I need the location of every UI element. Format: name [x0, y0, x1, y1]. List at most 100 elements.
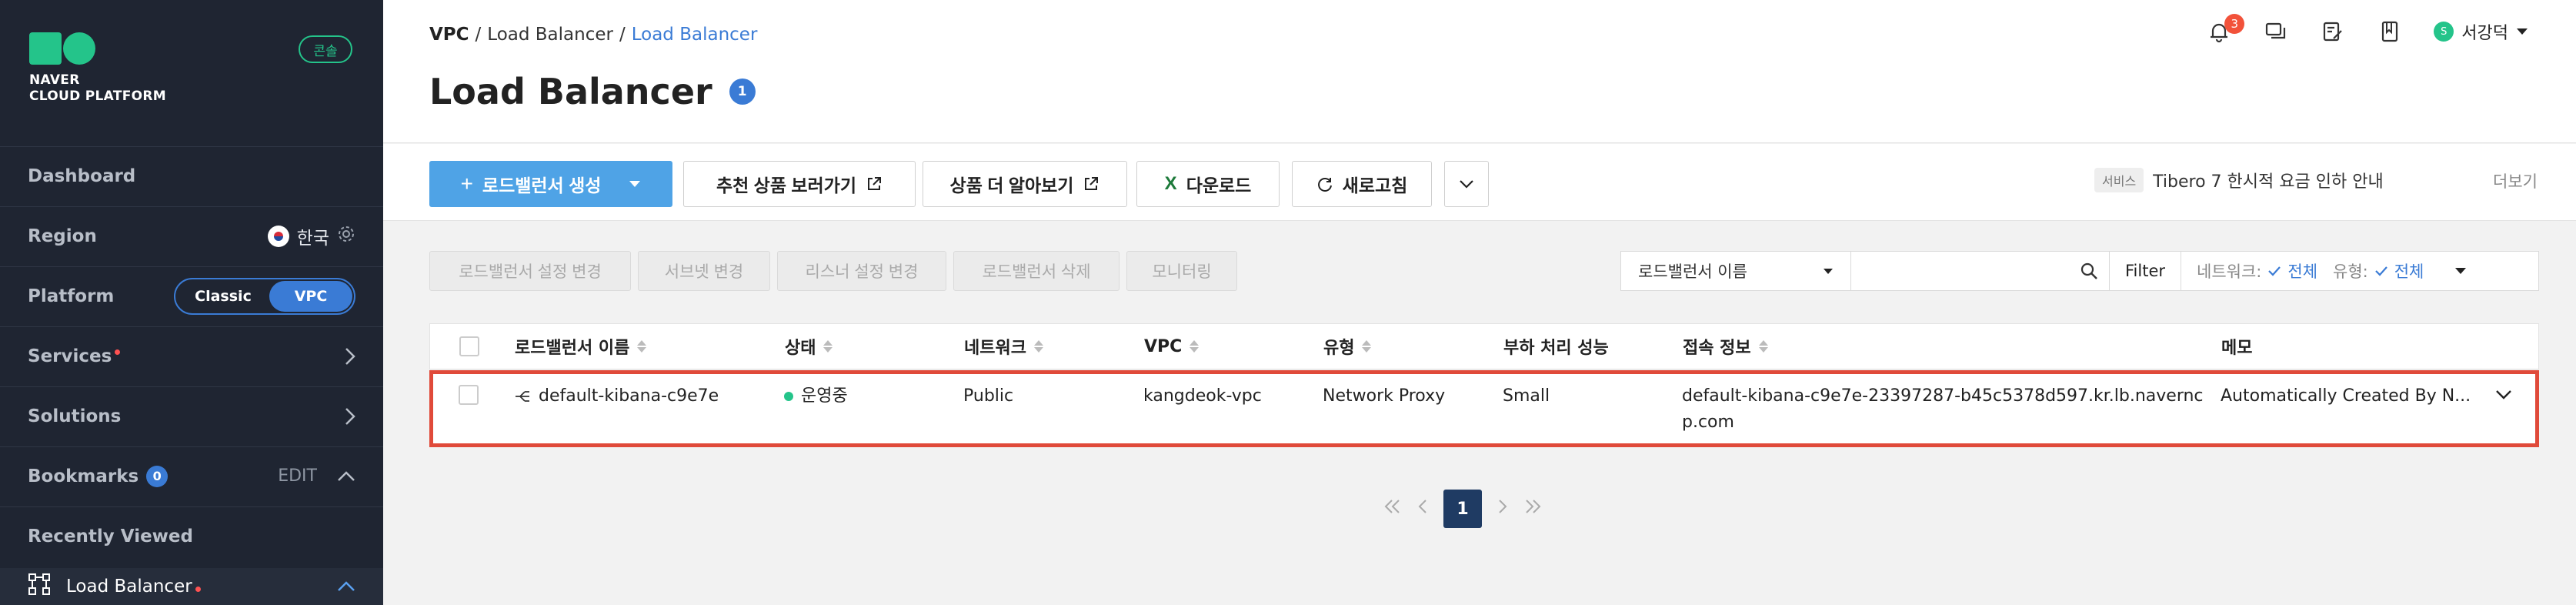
download-button[interactable]: X 다운로드 — [1136, 161, 1280, 207]
prev-page-icon[interactable] — [1417, 499, 1428, 519]
memo-button[interactable] — [2320, 18, 2346, 45]
naver-cloud-logo[interactable]: NAVER CLOUD PLATFORM — [29, 32, 166, 105]
notification-bell-button[interactable]: 3 — [2206, 14, 2245, 45]
sidebar-item-region[interactable]: Region 한국 — [0, 206, 383, 265]
korea-flag-icon — [267, 225, 289, 247]
column-header-vpc[interactable]: VPC — [1144, 337, 1200, 356]
breadcrumb-item-vpc[interactable]: VPC — [429, 25, 469, 45]
column-header-label: 네트워크 — [964, 339, 1026, 358]
row-checkbox[interactable] — [459, 385, 479, 405]
breadcrumb-separator: / — [475, 25, 482, 45]
change-lb-settings-button[interactable]: 로드밸런서 설정 변경 — [429, 251, 631, 291]
sidebar-item-label: Solutions — [28, 406, 122, 426]
page-number-current[interactable]: 1 — [1443, 490, 1482, 528]
sort-icon — [1362, 340, 1372, 353]
learn-more-button[interactable]: 상품 더 알아보기 — [923, 161, 1127, 207]
chat-button[interactable] — [2263, 18, 2289, 45]
first-page-icon[interactable] — [1383, 499, 1402, 519]
platform-option-vpc[interactable]: VPC — [269, 280, 352, 312]
sidebar-item-load-balancer[interactable]: Load Balancer — [0, 568, 383, 605]
cell-status: 운영중 — [784, 383, 848, 409]
caret-down-icon — [2517, 28, 2528, 35]
user-name: 서강덕 — [2461, 24, 2508, 43]
checkbox-box — [459, 336, 479, 356]
new-indicator-dot — [115, 349, 121, 355]
caret-down-icon[interactable] — [2454, 267, 2467, 275]
plus-icon: + — [460, 172, 473, 196]
user-menu[interactable]: S 서강덕 — [2434, 19, 2528, 44]
monitoring-button[interactable]: 모니터링 — [1126, 251, 1237, 291]
row-expand-button[interactable] — [2495, 389, 2512, 400]
last-page-icon[interactable] — [1523, 499, 1542, 519]
column-header-label: 메모 — [2221, 339, 2253, 358]
sidebar-item-bookmarks[interactable]: Bookmarks 0 EDIT — [0, 446, 383, 505]
more-link[interactable]: 더보기 — [2493, 169, 2538, 192]
service-notice[interactable]: 서비스 Tibero 7 한시적 요금 인하 안내 — [2094, 168, 2384, 192]
item-count-badge: 1 — [729, 79, 756, 105]
region-selector[interactable]: 한국 — [267, 223, 355, 249]
breadcrumb-separator: / — [619, 25, 626, 45]
platform-option-classic[interactable]: Classic — [177, 281, 269, 312]
guide-book-button[interactable] — [2377, 18, 2403, 45]
caret-down-icon[interactable] — [629, 180, 641, 188]
create-load-balancer-button[interactable]: + 로드밸런서 생성 — [429, 161, 672, 207]
sidebar-item-dashboard[interactable]: Dashboard — [0, 146, 383, 205]
chevron-up-icon[interactable] — [337, 470, 355, 482]
sidebar-item-recently-viewed[interactable]: Recently Viewed — [0, 506, 383, 565]
filter-bar[interactable]: Filter 네트워크: 전체 유형: 전체 — [2109, 251, 2539, 291]
search-input[interactable] — [1851, 251, 2110, 291]
delete-lb-button[interactable]: 로드밸런서 삭제 — [953, 251, 1119, 291]
status-badge: 운영중 — [801, 386, 848, 406]
column-header-status[interactable]: 상태 — [785, 334, 833, 359]
caret-down-icon — [1824, 268, 1833, 274]
bookmarks-edit-button[interactable]: EDIT — [278, 466, 317, 486]
load-balancer-table: 로드밸런서 이름 상태 네트워크 VPC 유형 부하 처리 성능 접속 정보 메… — [429, 323, 2539, 447]
create-button-label: 로드밸런서 생성 — [482, 175, 602, 196]
sidebar: NAVER CLOUD PLATFORM 콘솔 Dashboard Region… — [0, 0, 383, 605]
breadcrumb-item-current: Load Balancer — [631, 25, 758, 45]
console-button[interactable]: 콘솔 — [299, 35, 352, 63]
filter-label: Filter — [2110, 252, 2182, 290]
page-header: VPC / Load Balancer / Load Balancer Load… — [383, 0, 2576, 143]
notification-count-badge: 3 — [2224, 14, 2245, 34]
breadcrumb-item-load-balancer[interactable]: Load Balancer — [487, 25, 613, 45]
search-field-select[interactable]: 로드밸런서 이름 — [1620, 251, 1851, 291]
logo-line2: CLOUD PLATFORM — [29, 89, 166, 104]
table-row[interactable]: default-kibana-c9e7e 운영중 Public kangdeok… — [429, 370, 2539, 447]
chevron-right-icon — [345, 407, 355, 426]
column-header-type[interactable]: 유형 — [1323, 334, 1372, 359]
breadcrumb: VPC / Load Balancer / Load Balancer — [429, 25, 757, 45]
next-page-icon[interactable] — [1497, 499, 1508, 519]
type-filter[interactable]: 유형: 전체 — [2333, 259, 2424, 282]
status-running-dot — [784, 392, 793, 401]
refresh-icon — [1317, 178, 1332, 192]
column-header-endpoint[interactable]: 접속 정보 — [1683, 334, 1768, 359]
gear-icon[interactable] — [337, 225, 355, 248]
sidebar-item-solutions[interactable]: Solutions — [0, 386, 383, 445]
more-actions-dropdown[interactable] — [1444, 161, 1489, 207]
column-header-name[interactable]: 로드밸런서 이름 — [515, 334, 647, 359]
cell-name[interactable]: default-kibana-c9e7e — [514, 383, 719, 409]
avatar: S — [2434, 22, 2454, 42]
column-header-memo: 메모 — [2221, 334, 2252, 359]
notice-tag: 서비스 — [2094, 168, 2144, 192]
logo-square-shape — [29, 32, 62, 65]
cell-performance: Small — [1503, 386, 1550, 406]
refresh-button[interactable]: 새로고침 — [1292, 161, 1432, 207]
chevron-up-icon[interactable] — [337, 581, 355, 592]
chevron-down-icon — [2496, 390, 2511, 399]
search-icon[interactable] — [2080, 262, 2098, 280]
platform-toggle[interactable]: Classic VPC — [174, 277, 355, 315]
change-subnet-button[interactable]: 서브넷 변경 — [638, 251, 770, 291]
recommend-products-button[interactable]: 추천 상품 보러가기 — [683, 161, 916, 207]
change-listener-button[interactable]: 리스너 설정 변경 — [777, 251, 946, 291]
column-header-label: 로드밸런서 이름 — [515, 339, 630, 358]
type-filter-label: 유형: — [2333, 262, 2368, 281]
network-filter[interactable]: 네트워크: 전체 — [2197, 259, 2317, 282]
sidebar-item-label: Bookmarks — [28, 466, 139, 486]
endpoint-line2: p.com — [1682, 413, 1734, 432]
cell-endpoint: default-kibana-c9e7e-23397287-b45c5378d5… — [1682, 383, 2204, 436]
sidebar-item-services[interactable]: Services — [0, 326, 383, 385]
column-header-network[interactable]: 네트워크 — [964, 334, 1043, 359]
select-all-checkbox[interactable] — [459, 336, 479, 356]
